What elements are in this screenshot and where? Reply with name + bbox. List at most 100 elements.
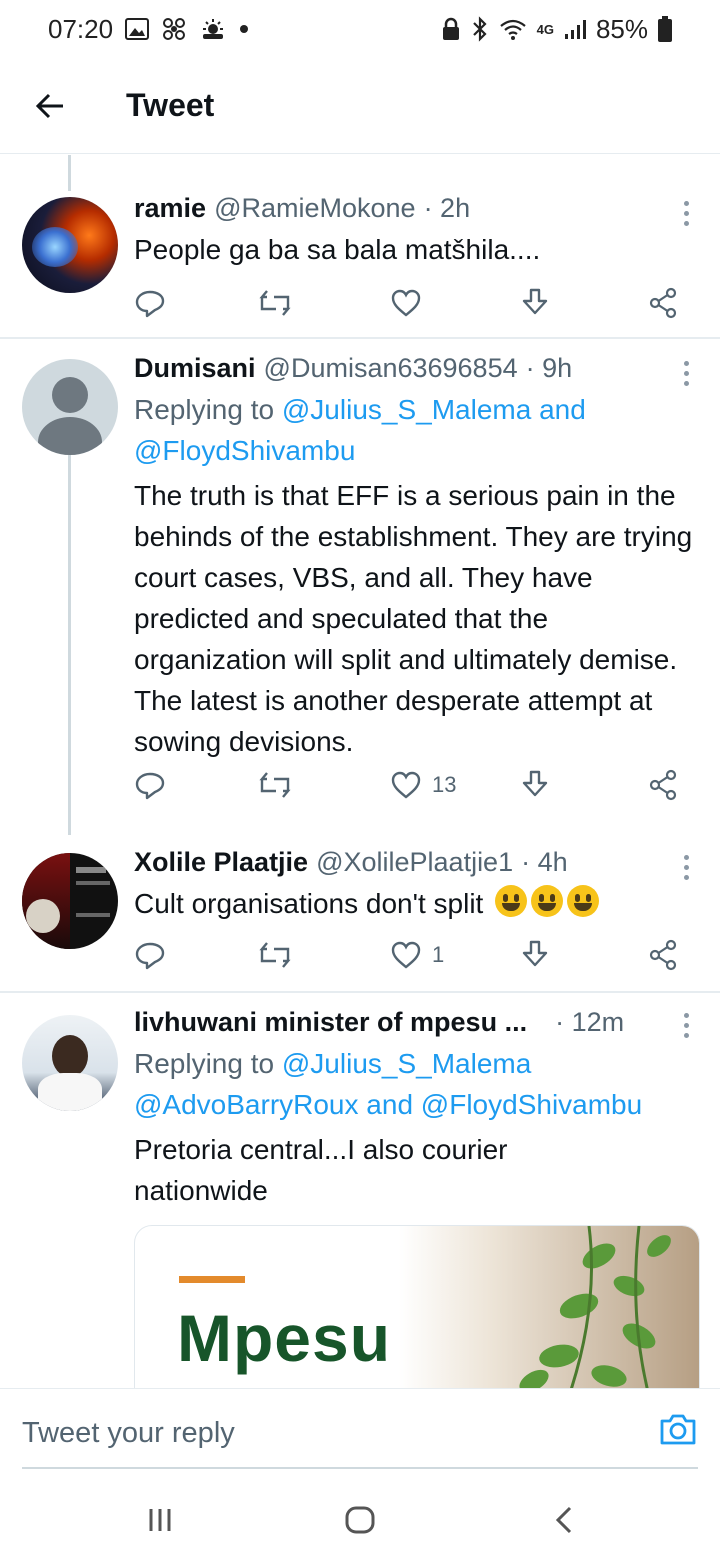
user-handle[interactable]: @Dumisan63696854 xyxy=(264,353,518,384)
reply-input-underline xyxy=(22,1467,698,1469)
like-button[interactable]: 1 xyxy=(390,935,444,975)
heart-icon xyxy=(391,289,421,317)
display-name[interactable]: ramie xyxy=(134,193,206,224)
tweet-actions: 1 xyxy=(134,935,694,975)
tweet-dumisani[interactable]: Dumisani @Dumisan63696854 · 9h Replying … xyxy=(0,339,720,835)
back-arrow-icon xyxy=(35,93,63,118)
share-button[interactable] xyxy=(648,765,678,805)
display-name[interactable]: livhuwani minister of mpesu ... xyxy=(134,1007,527,1038)
replying-prefix: Replying to xyxy=(134,1048,282,1079)
image-icon xyxy=(125,18,150,40)
share-button[interactable] xyxy=(648,283,678,323)
tweet-text: People ga ba sa bala matšhila.... xyxy=(134,234,541,265)
wifi-icon xyxy=(499,17,527,41)
network-type: 4G xyxy=(536,21,554,37)
recent-apps-icon xyxy=(149,1509,171,1531)
smiley-emoji-icon xyxy=(567,885,600,917)
retweet-icon xyxy=(259,772,291,798)
reply-icon xyxy=(135,942,165,970)
bluetooth-icon xyxy=(471,16,489,42)
heart-icon xyxy=(391,941,421,969)
like-count: 13 xyxy=(432,772,457,797)
tweet-actions xyxy=(134,283,694,323)
more-options-button[interactable] xyxy=(670,851,702,883)
home-button[interactable] xyxy=(340,1500,380,1540)
tweet-actions: 13 xyxy=(134,765,694,805)
back-button[interactable] xyxy=(20,76,80,136)
mention-link[interactable]: @Julius_S_Malema xyxy=(282,394,531,425)
tweet-media-image[interactable]: Mpesu xyxy=(134,1225,700,1388)
page-title: Tweet xyxy=(126,87,215,123)
reply-button[interactable] xyxy=(134,765,166,805)
share-button[interactable] xyxy=(648,935,678,975)
brand-accent-bar xyxy=(179,1276,245,1283)
retweet-button[interactable] xyxy=(258,765,292,805)
avatar[interactable] xyxy=(22,197,118,293)
like-button[interactable] xyxy=(390,283,422,323)
tweet-text: Pretoria central...I also courier nation… xyxy=(134,1134,508,1206)
replying-and: and xyxy=(531,394,586,425)
pinwheel-icon xyxy=(161,16,187,42)
dot-icon xyxy=(239,24,249,34)
tweet-text: Cult organisations don't split xyxy=(134,888,484,919)
camera-icon xyxy=(660,1414,696,1445)
download-icon xyxy=(522,288,548,315)
camera-button[interactable] xyxy=(658,1409,698,1449)
tweet-feed[interactable]: ramie @RamieMokone · 2h People ga ba sa … xyxy=(0,155,720,1388)
top-app-bar: Tweet xyxy=(0,58,720,154)
reply-input[interactable]: Tweet your reply xyxy=(22,1417,235,1450)
tweet-ramie[interactable]: ramie @RamieMokone · 2h People ga ba sa … xyxy=(0,155,720,339)
retweet-button[interactable] xyxy=(258,935,292,975)
avatar[interactable] xyxy=(22,1015,118,1111)
smiley-emoji-icon xyxy=(495,885,528,917)
avatar[interactable] xyxy=(22,853,118,949)
mention-link[interactable]: @FloydShivambu xyxy=(134,435,355,466)
tweet-time[interactable]: · 9h xyxy=(526,353,573,384)
display-name[interactable]: Dumisani xyxy=(134,353,256,384)
like-count: 1 xyxy=(432,942,445,967)
tweet-time[interactable]: · 4h xyxy=(521,847,568,878)
replying-to: Replying to @Julius_S_Malema and @FloydSh… xyxy=(134,389,700,471)
herb-leaves-image xyxy=(519,1226,671,1388)
retweet-button[interactable] xyxy=(258,283,292,323)
like-button[interactable]: 13 xyxy=(390,765,456,805)
lock-icon xyxy=(441,17,461,41)
system-back-button[interactable] xyxy=(544,1500,584,1540)
status-time: 07:20 xyxy=(48,13,114,44)
reply-button[interactable] xyxy=(134,935,166,975)
mention-link[interactable]: @AdvoBarryRoux xyxy=(134,1089,359,1120)
recent-apps-button[interactable] xyxy=(140,1500,180,1540)
reply-composer: Tweet your reply xyxy=(0,1388,720,1480)
retweet-icon xyxy=(259,942,291,968)
replying-to: Replying to @Julius_S_Malema @AdvoBarryRo… xyxy=(134,1043,700,1125)
reply-button[interactable] xyxy=(134,283,166,323)
weather-icon xyxy=(199,17,227,41)
tweet-time[interactable]: · 12m xyxy=(555,1007,624,1038)
bookmark-button[interactable] xyxy=(520,283,550,323)
tweet-time[interactable]: · 2h xyxy=(424,193,471,224)
bookmark-button[interactable] xyxy=(520,765,550,805)
mention-link[interactable]: @FloydShivambu xyxy=(421,1089,642,1120)
download-icon xyxy=(522,770,548,797)
replying-and: and xyxy=(358,1089,421,1120)
share-icon xyxy=(649,939,677,971)
bookmark-button[interactable] xyxy=(520,935,550,975)
user-handle[interactable]: @XolilePlaatjie1 xyxy=(316,847,513,878)
tweet-xolile[interactable]: Xolile Plaatjie @XolilePlaatjie1 · 4h Cu… xyxy=(0,835,720,993)
smiley-emoji-icon xyxy=(531,885,564,917)
display-name[interactable]: Xolile Plaatjie xyxy=(134,847,308,878)
battery-percent: 85% xyxy=(595,13,648,44)
user-handle[interactable]: @RamieMokone xyxy=(214,193,416,224)
more-options-button[interactable] xyxy=(670,1009,702,1041)
more-options-button[interactable] xyxy=(670,197,702,229)
replying-prefix: Replying to xyxy=(134,394,282,425)
home-icon xyxy=(345,1506,375,1534)
heart-icon xyxy=(391,771,421,799)
avatar[interactable] xyxy=(22,359,118,455)
reply-icon xyxy=(135,290,165,318)
mention-link[interactable]: @Julius_S_Malema xyxy=(282,1048,531,1079)
tweet-text: The truth is that EFF is a serious pain … xyxy=(134,480,693,757)
more-options-button[interactable] xyxy=(670,357,702,389)
retweet-icon xyxy=(259,290,291,316)
share-icon xyxy=(649,769,677,801)
